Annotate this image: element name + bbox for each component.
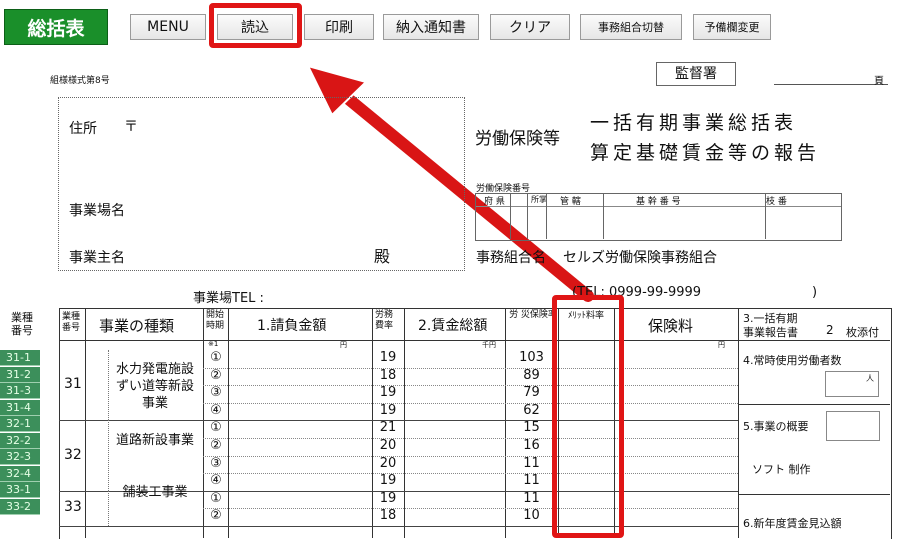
sidebar-code[interactable]: 33-1 (0, 482, 40, 498)
address-label: 住所 (69, 121, 97, 137)
page-label: 頁 (874, 76, 884, 87)
heading-left: 労働保険等 (475, 129, 560, 149)
period-cell: ② (210, 367, 222, 383)
item5-label: 5.事業の概要 (743, 420, 809, 433)
unit-thousand: 千円 (482, 341, 496, 349)
item4-label: 4.常時使用労働者数 (743, 354, 842, 367)
header-type: 事業の種類 (99, 317, 175, 335)
period-cell: ② (210, 508, 222, 524)
group-name: 道路新設事業 (115, 432, 194, 448)
period-cell: ① (210, 490, 222, 506)
item3-unit: 枚添付 (846, 326, 879, 339)
sidebar-code[interactable]: 31-2 (0, 366, 40, 383)
owner-label: 事業主名 (69, 250, 125, 266)
union-tel-end: ) (812, 285, 818, 300)
heading-line2: 算定基礎賃金等の報告 (590, 142, 821, 164)
labor-rate-cell: 20 (379, 438, 397, 453)
ins-rate-cell: 15 (523, 420, 540, 436)
header-start: 開始時期 (206, 310, 225, 331)
sidebar-code[interactable]: 32-2 (0, 432, 40, 449)
unit-yen-1: 円 (340, 341, 347, 349)
ins-rate-cell: 89 (523, 367, 540, 383)
heading-line1: 一括有期事業総括表 (590, 112, 798, 134)
header-ins-rate: 労 災保険率 (509, 310, 557, 320)
union-name: セルズ労働保険事務組合 (563, 250, 717, 266)
labor-rate-cell: 19 (379, 490, 397, 506)
form-number: 組様様式第8号 (50, 76, 110, 86)
item3-count[interactable]: 2 (826, 323, 834, 337)
ins-rate-cell: 11 (523, 455, 540, 471)
labor-rate-cell: 18 (379, 508, 397, 524)
group-code: 32 (64, 446, 82, 463)
item5-value[interactable]: ソフト 制作 (752, 461, 811, 477)
labor-rate-cell: 18 (379, 367, 397, 383)
labor-rate-cell: 21 (379, 420, 397, 436)
item3-sub: 事業報告書 (743, 326, 798, 339)
item6-label: 6.新年度賃金見込額 (743, 517, 842, 530)
sidebar-code[interactable]: 31-3 (0, 383, 40, 399)
ins-rate-cell: 10 (523, 508, 540, 524)
supervisor-box: 監督署 (656, 62, 736, 86)
ins-rate-cell: 103 (519, 350, 544, 365)
period-cell: ④ (210, 473, 222, 489)
overview-input[interactable] (826, 411, 880, 441)
group-name: 水力発電施設ずい道等新設事業 (115, 362, 194, 412)
sidebar-code[interactable]: 31-4 (0, 399, 40, 416)
group-name: 舗装工事業 (122, 485, 188, 501)
group-code: 31 (64, 376, 82, 393)
ins-rate-cell: 11 (523, 473, 540, 489)
address-box (58, 97, 465, 271)
sidebar-label: 業種番号 (11, 311, 33, 337)
period-cell: ④ (210, 402, 222, 418)
header-labor-rate: 労務費率 (375, 310, 394, 331)
period-cell: ① (210, 420, 222, 436)
unit-yen-2: 円 (718, 341, 725, 349)
ins-rate-cell: 79 (523, 385, 540, 401)
ins-rate-cell: 62 (523, 402, 540, 418)
period-cell: ③ (210, 385, 222, 401)
ins-rate-cell: 11 (523, 490, 540, 506)
sidebar-code[interactable]: 31-1 (0, 350, 40, 366)
labor-rate-cell: 19 (379, 385, 397, 401)
labor-rate-cell: 20 (379, 455, 397, 471)
labor-rate-cell: 19 (379, 350, 397, 365)
union-label: 事務組合名 (476, 250, 546, 266)
site-tel: 事業場TEL : (193, 291, 264, 306)
header-ind-code: 業種番号 (62, 312, 81, 333)
period-cell: ② (210, 438, 222, 453)
highlight-merit-column (552, 295, 624, 538)
unit-note: ※1 (208, 340, 219, 348)
header-wage: 2.賃金総額 (418, 318, 488, 334)
period-cell: ③ (210, 455, 222, 471)
sidebar-code[interactable]: 32-1 (0, 416, 40, 432)
labor-rate-cell: 19 (379, 473, 397, 489)
ins-rate-cell: 16 (523, 438, 540, 453)
period-cell: ① (210, 350, 222, 365)
sidebar-code[interactable]: 33-2 (0, 498, 40, 515)
sidebar-code[interactable]: 32-3 (0, 449, 40, 465)
group-code: 33 (64, 499, 82, 516)
insurance-no-grid[interactable]: 府 県 所掌 管 轄 基 幹 番 号 枝 番 (475, 193, 842, 241)
site-name-label: 事業場名 (69, 203, 125, 219)
header-premium: 保険料 (648, 317, 694, 335)
header-contract: 1.請負金額 (257, 318, 327, 334)
sidebar-code[interactable]: 32-4 (0, 465, 40, 482)
labor-rate-cell: 19 (379, 402, 397, 418)
honorific: 殿 (374, 247, 391, 266)
postal-mark: 〒 (124, 119, 138, 135)
item4-unit: 人 (866, 374, 874, 383)
page-line (774, 84, 888, 85)
